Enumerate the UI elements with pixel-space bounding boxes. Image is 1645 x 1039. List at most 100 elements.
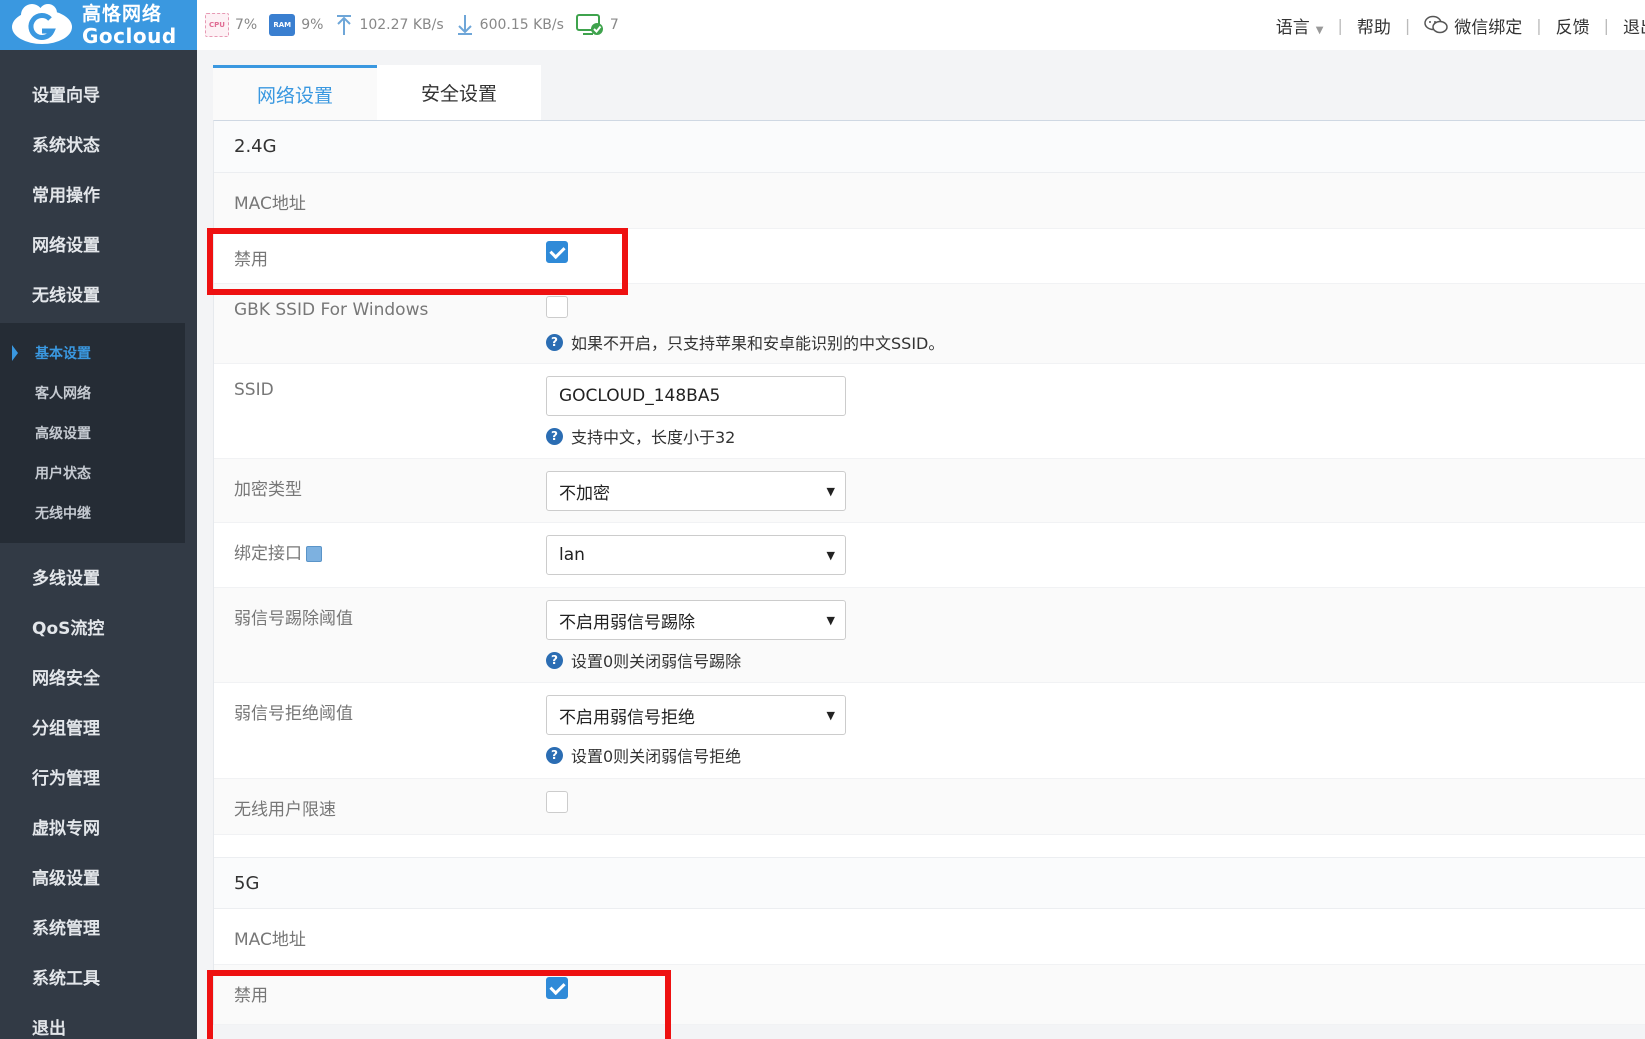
top-bar: CPU 7% RAM 9% 102.27 KB/s 600.15 KB/s 7 … (197, 0, 1645, 50)
bind-interface-label: 绑定接口 (234, 523, 546, 587)
logo-en-text: Gocloud (82, 23, 177, 48)
ram-stat: RAM 9% (269, 14, 323, 36)
language-label: 语言 (1275, 17, 1310, 38)
tab-security-settings[interactable]: 安全设置 (377, 65, 541, 120)
devices-stat[interactable]: 7 (575, 13, 619, 37)
bind-interface-text: 绑定接口 (234, 544, 302, 564)
gbk-ssid-checkbox[interactable] (546, 296, 568, 318)
row-bind-interface: 绑定接口 lan ▼ (214, 523, 1645, 588)
weak-reject-hint-text: 设置0则关闭弱信号拒绝 (571, 747, 742, 766)
gbk-hint-text: 如果不开启，只支持苹果和安卓能识别的中文SSID。 (571, 334, 945, 353)
main-content: 网络设置 安全设置 2.4G MAC地址 禁用 GBK SSID For Win… (213, 65, 1645, 1025)
interface-value: lan (559, 545, 585, 565)
sidebar: 设置向导 系统状态 常用操作 网络设置 无线设置 基本设置 客人网络 高级设置 … (0, 50, 197, 1039)
divider: | (1404, 15, 1411, 35)
sidebar-item-qos[interactable]: QoS流控 (0, 601, 197, 651)
cpu-icon: CPU (205, 13, 229, 37)
mac-label: MAC地址 (234, 194, 306, 214)
upload-stat: 102.27 KB/s (335, 14, 444, 36)
row-gbk-ssid: GBK SSID For Windows ? 如果不开启，只支持苹果和安卓能识别的… (214, 284, 1645, 364)
encryption-select[interactable]: 不加密 ▼ (546, 471, 846, 511)
divider: | (1603, 15, 1609, 35)
chevron-down-icon: ▼ (1315, 24, 1324, 36)
tab-bar: 网络设置 安全设置 (213, 65, 1645, 120)
chevron-down-icon: ▼ (826, 708, 835, 722)
sidebar-item-behavior-management[interactable]: 行为管理 (0, 751, 197, 801)
help-icon: ? (546, 427, 563, 445)
sidebar-item-vpn[interactable]: 虚拟专网 (0, 801, 197, 851)
brand-logo[interactable]: 高恪网络 Gocloud (0, 0, 197, 50)
gbk-ssid-label: GBK SSID For Windows (234, 300, 429, 320)
weak-kick-select[interactable]: 不启用弱信号踢除 ▼ (546, 600, 846, 640)
subnav-item-advanced-settings[interactable]: 高级设置 (0, 413, 185, 453)
ssid-value: GOCLOUD_148BA5 (559, 386, 721, 406)
row-rate-limit: 无线用户限速 (214, 779, 1645, 835)
wechat-bind-link[interactable]: 微信绑定 (1424, 13, 1522, 38)
sidebar-item-multi-wan[interactable]: 多线设置 (0, 551, 197, 601)
sidebar-item-system-management[interactable]: 系统管理 (0, 901, 197, 951)
download-stat: 600.15 KB/s (456, 14, 564, 36)
download-arrow-icon (457, 15, 472, 35)
weak-kick-hint-text: 设置0则关闭弱信号踢除 (571, 652, 742, 671)
subnav-item-guest-network[interactable]: 客人网络 (0, 373, 185, 413)
section-title-24g: 2.4G (214, 121, 1645, 173)
divider: | (1337, 15, 1343, 35)
upload-arrow-icon (337, 15, 352, 35)
encryption-value: 不加密 (559, 483, 610, 504)
mac-label-5g: MAC地址 (234, 930, 306, 950)
row-weak-kick: 弱信号踢除阈值 不启用弱信号踢除 ▼ ? 设置0则关闭弱信号踢除 (214, 588, 1645, 683)
online-devices-icon (575, 14, 603, 35)
help-link[interactable]: 帮助 (1357, 13, 1391, 38)
logout-link[interactable]: 退出 (1623, 13, 1645, 38)
download-value: 600.15 KB/s (479, 17, 564, 33)
row-weak-reject: 弱信号拒绝阈值 不启用弱信号拒绝 ▼ ? 设置0则关闭弱信号拒绝 (214, 683, 1645, 779)
sidebar-item-system-tools[interactable]: 系统工具 (0, 951, 197, 1001)
sidebar-item-exit[interactable]: 退出 (0, 1001, 197, 1039)
weak-kick-label: 弱信号踢除阈值 (234, 609, 353, 629)
subnav-item-basic-settings[interactable]: 基本设置 (0, 333, 185, 373)
weak-reject-value: 不启用弱信号拒绝 (559, 707, 695, 728)
feedback-link[interactable]: 反馈 (1556, 13, 1590, 38)
row-encryption: 加密类型 不加密 ▼ (214, 459, 1645, 523)
ssid-label: SSID (234, 380, 274, 400)
help-icon: ? (546, 746, 563, 764)
weak-reject-select[interactable]: 不启用弱信号拒绝 ▼ (546, 695, 846, 735)
devices-value: 7 (609, 17, 619, 33)
sidebar-item-advanced[interactable]: 高级设置 (0, 851, 197, 901)
row-mac-5g: MAC地址 (214, 909, 1645, 965)
chevron-down-icon: ▼ (826, 484, 835, 498)
rate-limit-label: 无线用户限速 (234, 800, 336, 820)
interface-select[interactable]: lan ▼ (546, 535, 846, 575)
subnav-item-wireless-relay[interactable]: 无线中继 (0, 493, 185, 533)
ram-icon: RAM (269, 14, 296, 36)
sidebar-item-network-settings[interactable]: 网络设置 (0, 218, 197, 268)
wechat-icon (1424, 15, 1448, 34)
sidebar-item-system-status[interactable]: 系统状态 (0, 118, 197, 168)
tab-network-settings[interactable]: 网络设置 (213, 65, 377, 120)
rate-limit-checkbox[interactable] (546, 791, 568, 813)
help-icon: ? (546, 651, 563, 669)
sidebar-item-common-ops[interactable]: 常用操作 (0, 168, 197, 218)
weak-reject-hint: ? 设置0则关闭弱信号拒绝 (546, 743, 846, 767)
row-mac-24g: MAC地址 (214, 173, 1645, 229)
subnav-item-user-status[interactable]: 用户状态 (0, 453, 185, 493)
section-spacer (214, 835, 1645, 857)
sidebar-item-network-security[interactable]: 网络安全 (0, 651, 197, 701)
logo-cn-text: 高恪网络 (82, 2, 163, 25)
sidebar-item-wireless-settings[interactable]: 无线设置 (0, 268, 197, 318)
encryption-label: 加密类型 (234, 480, 302, 500)
language-menu[interactable]: 语言 ▼ (1276, 13, 1324, 38)
wechat-bind-label: 微信绑定 (1454, 17, 1523, 38)
sidebar-item-group-management[interactable]: 分组管理 (0, 701, 197, 751)
help-icon: ? (546, 333, 563, 351)
top-nav: 语言 ▼ | 帮助 | 微信绑定 | 反馈 | 退出 (1276, 13, 1645, 38)
ram-value: 9% (301, 17, 324, 33)
weak-kick-value: 不启用弱信号踢除 (559, 612, 695, 633)
sidebar-item-setup-wizard[interactable]: 设置向导 (0, 68, 197, 118)
ssid-input[interactable]: GOCLOUD_148BA5 (546, 376, 846, 416)
chevron-down-icon: ▼ (826, 548, 835, 562)
interface-link-icon[interactable] (306, 546, 322, 562)
weak-kick-hint: ? 设置0则关闭弱信号踢除 (546, 648, 846, 672)
upload-value: 102.27 KB/s (359, 17, 444, 33)
chevron-down-icon: ▼ (826, 613, 835, 627)
